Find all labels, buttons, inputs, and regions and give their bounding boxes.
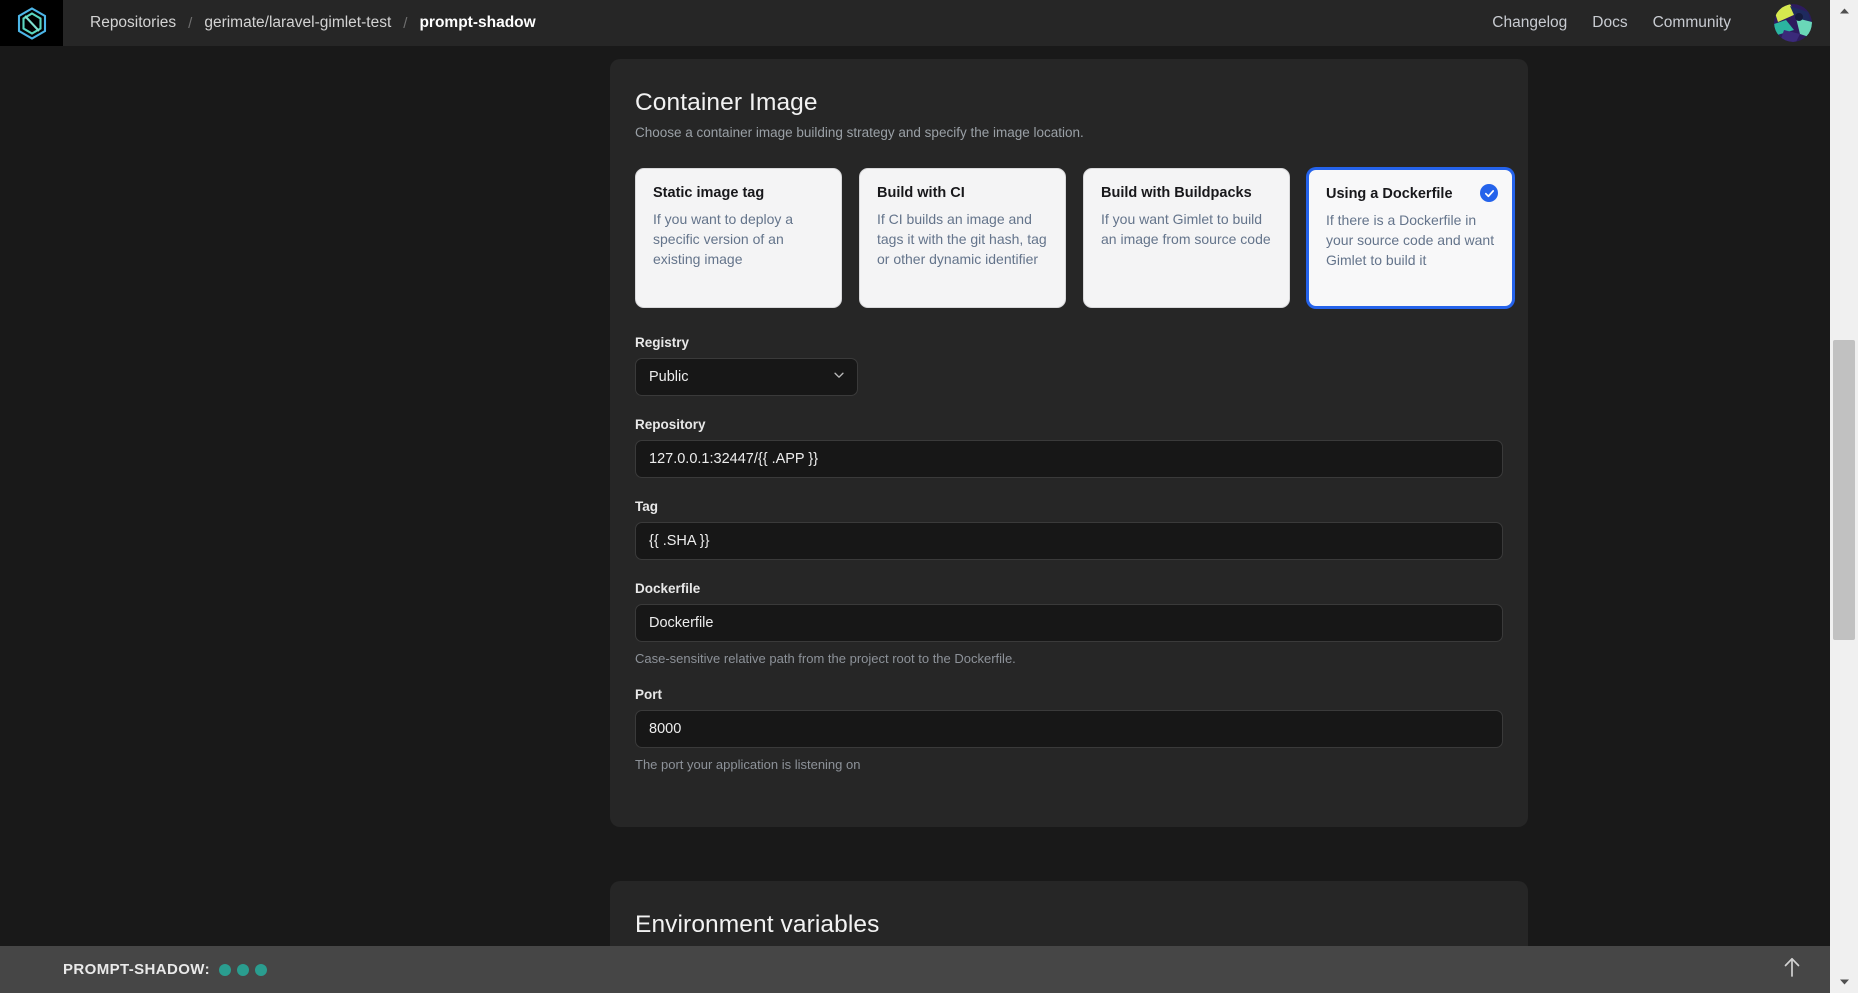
port-field: Port 8000 The port your application is l…	[610, 687, 1528, 772]
port-value: 8000	[649, 721, 682, 737]
strategy-title: Build with Buildpacks	[1101, 185, 1252, 201]
environment-variables-card: Environment variables	[610, 881, 1528, 946]
main-content: Container Image Choose a container image…	[0, 46, 1830, 946]
scrollbar-thumb[interactable]	[1833, 340, 1855, 640]
scroll-up-arrow-icon[interactable]	[1830, 0, 1858, 22]
breadcrumb-separator: /	[188, 14, 193, 32]
registry-label: Registry	[635, 335, 690, 350]
strategy-title: Using a Dockerfile	[1326, 186, 1453, 202]
dockerfile-value: Dockerfile	[649, 615, 714, 631]
dockerfile-input[interactable]: Dockerfile	[635, 604, 1503, 642]
breadcrumb-current: prompt-shadow	[419, 14, 536, 31]
nav-docs[interactable]: Docs	[1592, 14, 1627, 32]
strategy-option-using-a-dockerfile[interactable]: Using a Dockerfile If there is a Dockerf…	[1307, 168, 1514, 308]
registry-select[interactable]: Public	[635, 358, 858, 396]
page-title: Container Image	[635, 89, 818, 116]
strategy-title: Build with CI	[877, 185, 965, 201]
status-badge: PROMPT-SHADOW:	[63, 961, 210, 978]
status-dot	[255, 963, 267, 976]
port-input[interactable]: 8000	[635, 710, 1503, 748]
status-dot	[237, 963, 249, 976]
breadcrumb-repo[interactable]: gerimate/laravel-gimlet-test	[204, 14, 391, 32]
strategy-description: If there is a Dockerfile in your source …	[1326, 212, 1495, 269]
registry-value: Public	[649, 369, 689, 385]
strategy-description: If you want Gimlet to build an image fro…	[1101, 211, 1271, 248]
app-logo[interactable]	[0, 0, 63, 46]
tag-field: Tag {{ .SHA }}	[610, 499, 1528, 560]
repository-field: Repository 127.0.0.1:32447/{{ .APP }}	[610, 417, 1528, 478]
strategy-title: Static image tag	[653, 185, 765, 201]
gimlet-hexagon-logo-icon	[17, 6, 46, 40]
strategy-option-build-with-buildpacks[interactable]: Build with Buildpacks If you want Gimlet…	[1083, 168, 1290, 308]
port-label: Port	[635, 687, 662, 702]
strategy-option-build-with-ci[interactable]: Build with CI If CI builds an image and …	[859, 168, 1066, 308]
strategy-description: If CI builds an image and tags it with t…	[877, 211, 1047, 268]
dockerfile-field: Dockerfile Dockerfile Case-sensitive rel…	[610, 581, 1528, 666]
nav-community[interactable]: Community	[1653, 14, 1731, 32]
container-image-card: Container Image Choose a container image…	[610, 59, 1528, 827]
status-dot	[219, 963, 231, 976]
repository-label: Repository	[635, 417, 706, 432]
check-circle-icon	[1480, 184, 1498, 202]
dockerfile-hint: Case-sensitive relative path from the pr…	[635, 651, 1016, 666]
top-navigation: Changelog Docs Community	[1492, 4, 1830, 42]
strategy-option-static-image-tag[interactable]: Static image tag If you want to deploy a…	[635, 168, 842, 308]
dockerfile-label: Dockerfile	[635, 581, 701, 596]
status-dots	[219, 963, 267, 976]
registry-field: Registry Public	[610, 335, 1528, 396]
port-hint: The port your application is listening o…	[635, 757, 861, 772]
breadcrumb-repositories[interactable]: Repositories	[90, 14, 176, 32]
strategy-description: If you want to deploy a specific version…	[653, 211, 794, 268]
repository-input[interactable]: 127.0.0.1:32447/{{ .APP }}	[635, 440, 1503, 478]
status-bar: PROMPT-SHADOW:	[0, 946, 1830, 993]
arrow-up-icon[interactable]	[1782, 956, 1802, 983]
scroll-down-arrow-icon[interactable]	[1830, 971, 1858, 993]
page-scrollbar[interactable]	[1830, 0, 1858, 993]
breadcrumb-separator: /	[403, 14, 408, 32]
breadcrumb: Repositories / gerimate/laravel-gimlet-t…	[90, 14, 536, 32]
repository-value: 127.0.0.1:32447/{{ .APP }}	[649, 451, 819, 467]
tag-value: {{ .SHA }}	[649, 533, 710, 549]
tag-label: Tag	[635, 499, 658, 514]
page-subtitle: Choose a container image building strate…	[635, 125, 1084, 140]
top-bar: Repositories / gerimate/laravel-gimlet-t…	[0, 0, 1830, 46]
avatar[interactable]	[1774, 4, 1812, 42]
environment-variables-title: Environment variables	[635, 911, 880, 938]
avatar-image	[1774, 4, 1812, 42]
strategy-options: Static image tag If you want to deploy a…	[610, 140, 1528, 308]
tag-input[interactable]: {{ .SHA }}	[635, 522, 1503, 560]
nav-changelog[interactable]: Changelog	[1492, 14, 1567, 32]
chevron-down-icon	[832, 368, 846, 386]
